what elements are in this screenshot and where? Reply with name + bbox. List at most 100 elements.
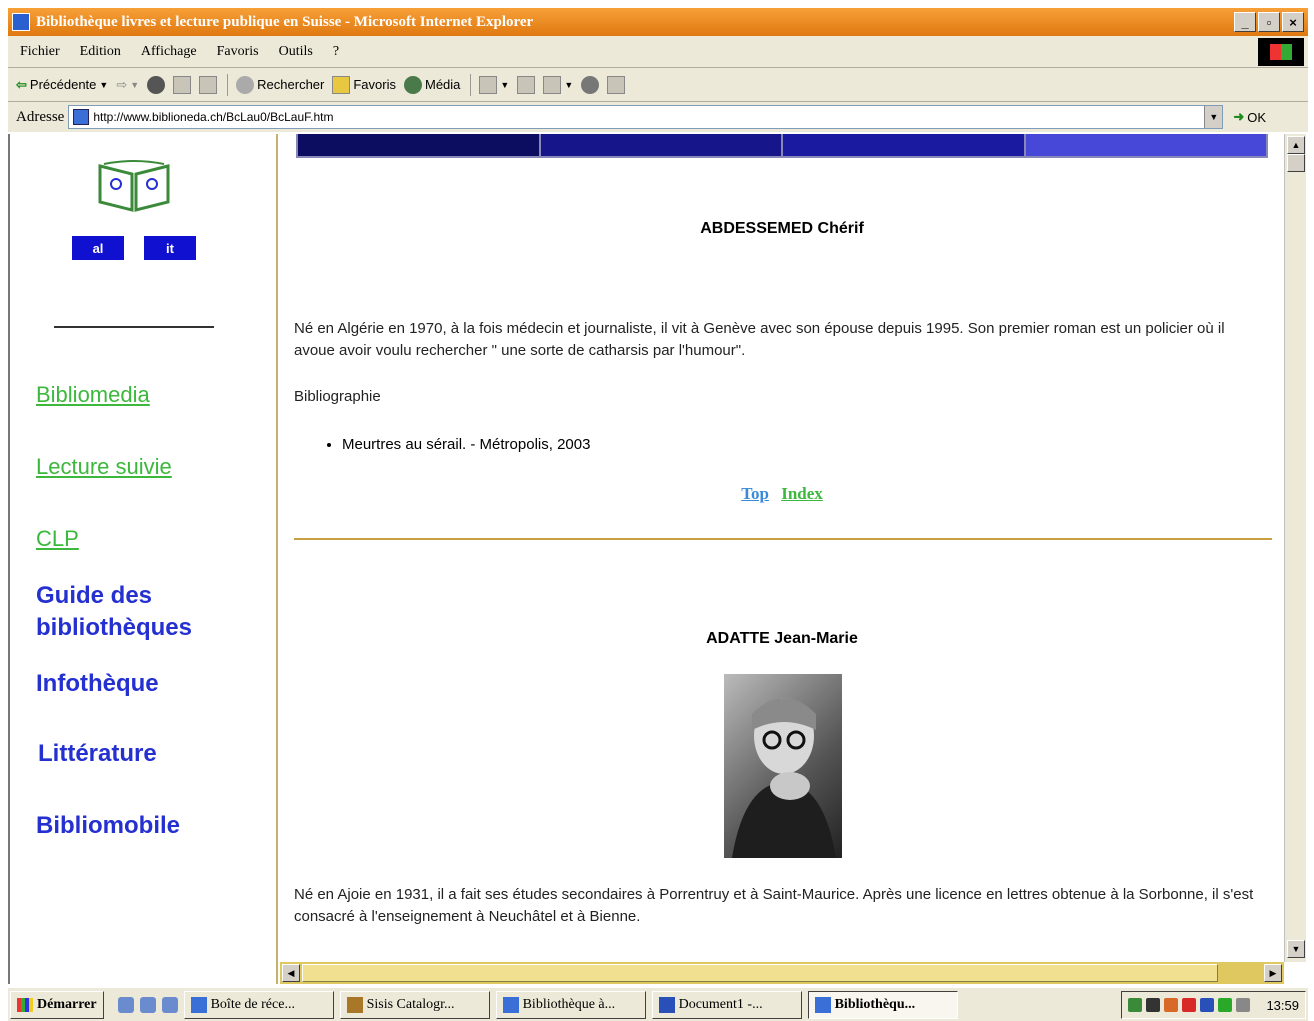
nav-main-litterature[interactable]: Littérature (38, 738, 157, 770)
search-button[interactable]: Rechercher (236, 75, 325, 94)
lang-button-it[interactable]: it (144, 236, 196, 260)
search-label: Rechercher (257, 77, 325, 92)
ie-icon (502, 996, 519, 1013)
start-button[interactable]: Démarrer (10, 990, 104, 1019)
taskbar: Démarrer Boîte de réce... Sisis Catalogr… (8, 986, 1308, 1021)
nav-link-bibliomedia[interactable]: Bibliomedia (36, 382, 150, 408)
windows-logo-icon (1258, 38, 1304, 66)
lang-button-al[interactable]: al (72, 236, 124, 260)
discuss-icon (607, 75, 626, 94)
menu-affichage[interactable]: Affichage (141, 44, 197, 60)
horizontal-scrollbar[interactable]: ◀ ▶ (280, 962, 1284, 984)
scroll-thumb[interactable] (1287, 154, 1305, 172)
media-button[interactable]: Média (403, 75, 461, 94)
maximize-button[interactable]: ▫ (1258, 12, 1280, 32)
tray-app-icon[interactable] (1164, 998, 1179, 1012)
back-button[interactable]: ⇦ Précédente ▼ (16, 77, 108, 93)
windows-start-icon (17, 997, 33, 1012)
print-button[interactable]: ▼ (543, 75, 574, 94)
menu-fichier[interactable]: Fichier (20, 44, 60, 60)
task-button-bibliotheque-1[interactable]: Bibliothèque à... (495, 990, 646, 1019)
nav-main-guide-des-bibliotheques[interactable]: Guide des bibliothèques (36, 580, 236, 644)
forward-button[interactable]: ⇨ ▼ (116, 77, 139, 93)
toolbar-separator (227, 73, 229, 96)
network-icon[interactable] (1128, 998, 1143, 1012)
task-label: Bibliothèqu... (834, 996, 916, 1012)
nav-link-lecture-suivie[interactable]: Lecture suivie (36, 454, 172, 480)
history-icon (479, 75, 498, 94)
toolbar: ⇦ Précédente ▼ ⇨ ▼ Rechercher Favoris Mé… (8, 68, 1308, 102)
scroll-down-button[interactable]: ▼ (1287, 940, 1305, 958)
task-button-mail[interactable]: Boîte de réce... (183, 990, 334, 1019)
task-button-sisis[interactable]: Sisis Catalogr... (339, 990, 490, 1019)
tray-app-icon[interactable] (1218, 998, 1233, 1012)
mail-icon (190, 996, 207, 1013)
discuss-button[interactable] (607, 75, 626, 94)
close-button[interactable]: × (1282, 12, 1304, 32)
menu-bar: Fichier Edition Affichage Favoris Outils… (8, 36, 1308, 68)
outlook-icon[interactable] (139, 996, 156, 1013)
nav-main-infotheque[interactable]: Infothèque (36, 668, 159, 700)
content-frame: ABDESSEMED Chérif Né en Algérie en 1970,… (280, 134, 1284, 962)
scroll-up-button[interactable]: ▲ (1287, 136, 1305, 154)
vertical-scrollbar[interactable]: ▲ ▼ (1284, 134, 1306, 962)
history-button[interactable]: ▼ (479, 75, 509, 94)
author-portrait-photo (724, 674, 842, 858)
menu-help[interactable]: ? (333, 44, 339, 60)
menu-edition[interactable]: Edition (80, 44, 121, 60)
refresh-button[interactable] (173, 75, 192, 94)
word-icon (658, 996, 675, 1013)
minimize-button[interactable]: _ (1234, 12, 1256, 32)
mail-icon (517, 75, 536, 94)
tray-app-icon[interactable] (1200, 998, 1215, 1012)
task-label: Boîte de réce... (210, 996, 295, 1012)
show-desktop-icon[interactable] (117, 996, 134, 1013)
left-navigation-frame: al it Bibliomedia Lecture suivie CLP Gui… (8, 134, 278, 984)
address-dropdown-button[interactable]: ▼ (1204, 106, 1223, 128)
menu-favoris[interactable]: Favoris (217, 44, 259, 60)
chevron-down-icon: ▼ (564, 79, 574, 90)
go-label: OK (1247, 109, 1267, 125)
window-title: Bibliothèque livres et lecture publique … (36, 13, 534, 30)
address-bar: Adresse http://www.biblioneda.ch/BcLau0/… (8, 102, 1308, 132)
scroll-left-button[interactable]: ◀ (282, 964, 300, 982)
media-label: Média (424, 77, 461, 92)
top-nav-tab[interactable] (1025, 134, 1266, 156)
nav-link-clp[interactable]: CLP (36, 526, 79, 552)
favorites-icon (332, 75, 351, 94)
chevron-down-icon: ▼ (130, 79, 140, 90)
scroll-right-button[interactable]: ▶ (1264, 964, 1282, 982)
task-button-document[interactable]: Document1 -... (651, 990, 802, 1019)
mail-button[interactable] (517, 75, 536, 94)
top-nav-tab[interactable] (540, 134, 781, 156)
edit-button[interactable] (581, 75, 600, 94)
search-icon (236, 75, 255, 94)
address-input[interactable]: http://www.biblioneda.ch/BcLau0/BcLauF.h… (68, 105, 1224, 129)
go-button[interactable]: ➜ OK (1233, 109, 1266, 125)
top-nav-tab[interactable] (783, 134, 1024, 156)
browser-icon[interactable] (161, 996, 178, 1013)
tray-app-icon[interactable] (1146, 998, 1161, 1012)
favorites-button[interactable]: Favoris (332, 75, 396, 94)
top-nav-tab[interactable] (298, 134, 539, 156)
back-label: Précédente (29, 77, 97, 92)
task-button-bibliotheque-active[interactable]: Bibliothèqu... (807, 990, 958, 1019)
top-link[interactable]: Top (741, 484, 769, 503)
bibliography-heading: Bibliographie (294, 388, 381, 405)
ie-app-icon (12, 13, 30, 31)
address-url: http://www.biblioneda.ch/BcLau0/BcLauF.h… (93, 110, 334, 124)
edit-icon (581, 75, 600, 94)
nav-main-bibliomobile[interactable]: Bibliomobile (36, 810, 180, 842)
menu-outils[interactable]: Outils (279, 44, 313, 60)
home-button[interactable] (199, 75, 218, 94)
stop-button[interactable] (147, 75, 166, 94)
volume-icon[interactable] (1236, 998, 1251, 1012)
system-tray: 13:59 (1121, 991, 1306, 1019)
page-icon (73, 109, 90, 125)
index-link[interactable]: Index (781, 484, 823, 503)
task-label: Sisis Catalogr... (366, 996, 455, 1012)
horizontal-scroll-thumb[interactable] (302, 964, 1218, 982)
address-label: Adresse (16, 108, 65, 125)
antivirus-icon[interactable] (1182, 998, 1197, 1012)
portrait-silhouette (732, 698, 836, 858)
